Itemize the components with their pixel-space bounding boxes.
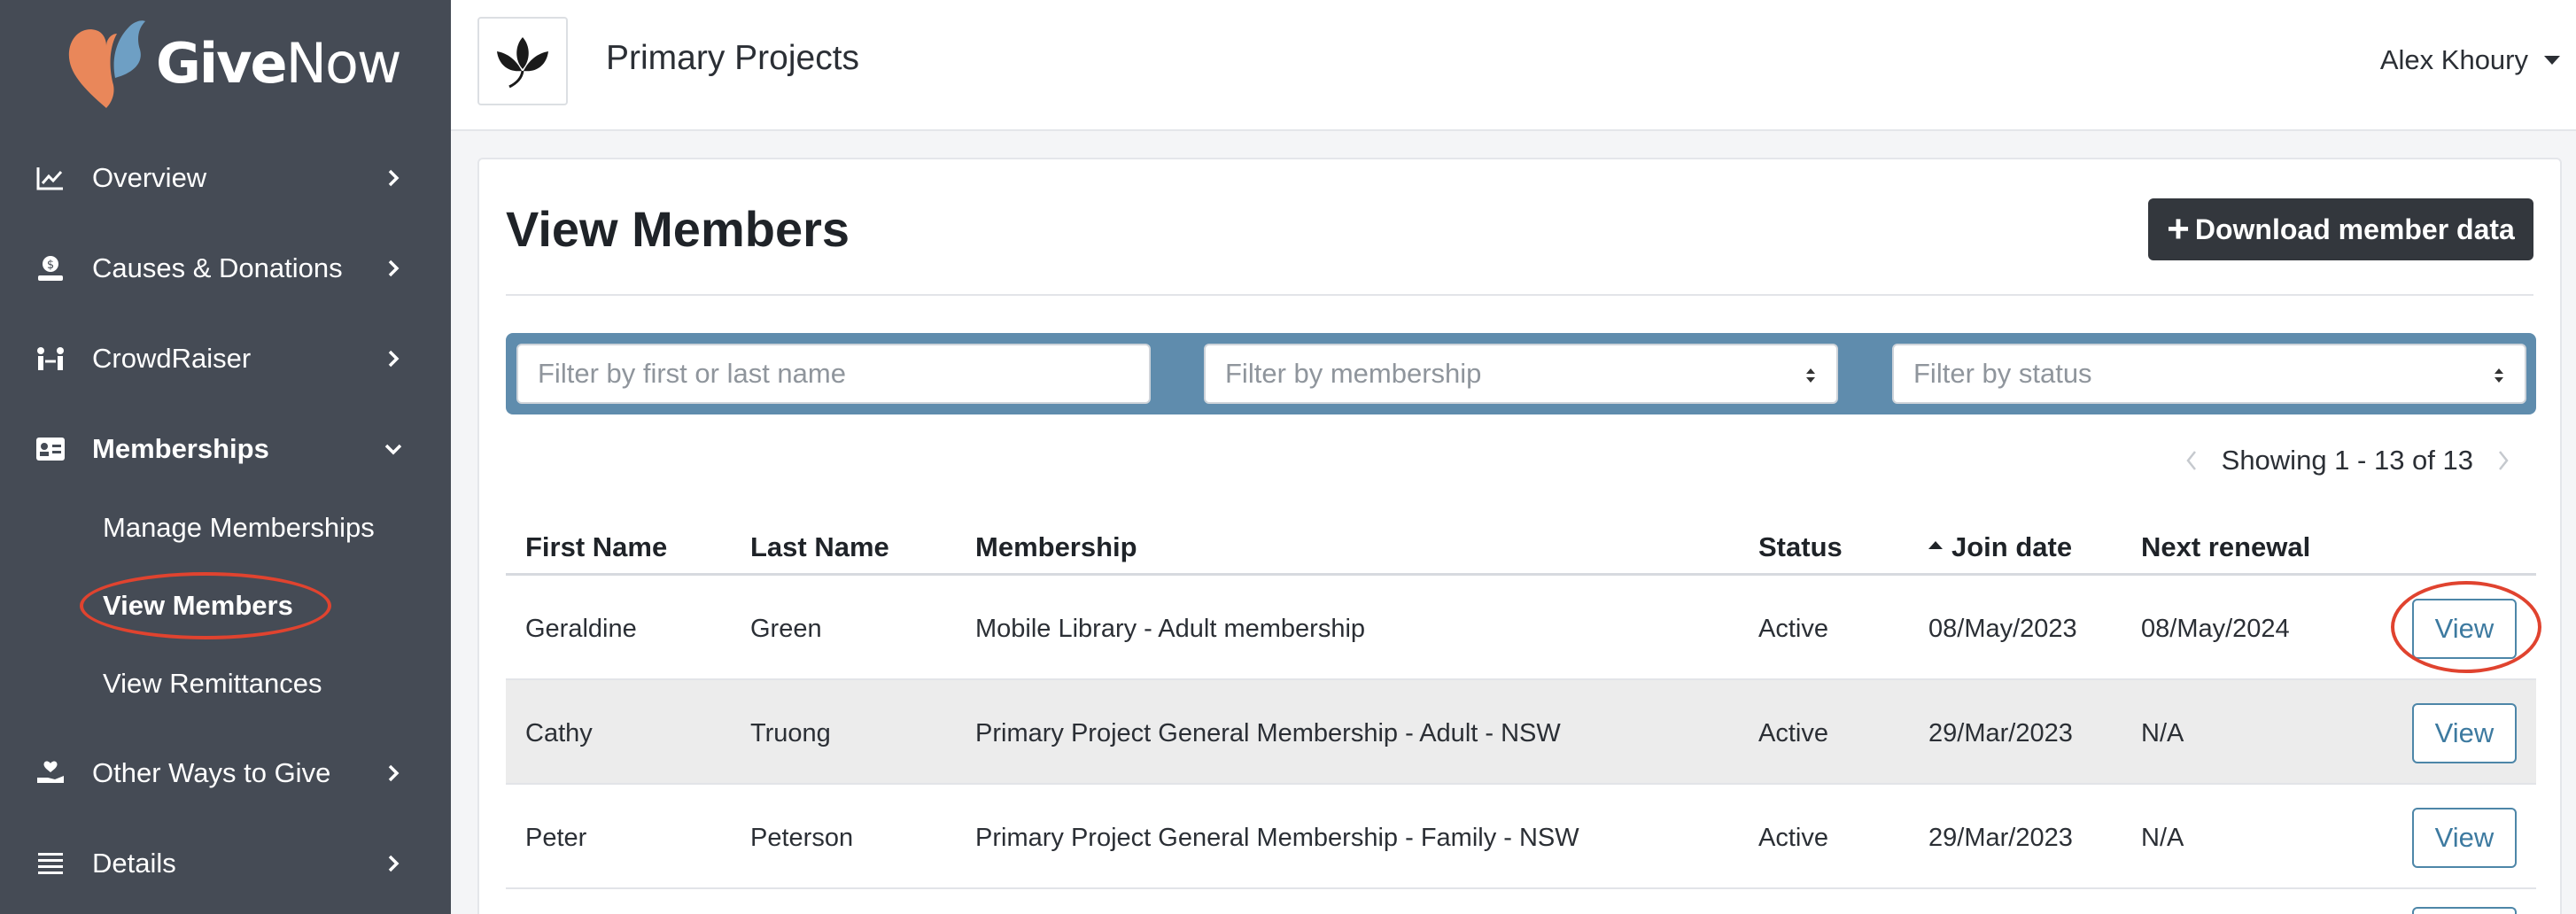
id-card-icon [35, 434, 66, 464]
highlight-annotation-circle [2391, 581, 2541, 673]
chevron-right-icon[interactable] [2496, 449, 2510, 472]
cell-next-renewal: N/A [2141, 824, 2184, 852]
cell-status: Active [1758, 615, 1828, 643]
name-filter-input[interactable]: Filter by first or last name [516, 344, 1151, 404]
sidebar-item-label: CrowdRaiser [92, 343, 252, 374]
sidebar-subitem-manage-memberships[interactable]: Manage Memberships [103, 512, 375, 544]
cell-join-date: 29/Mar/2023 [1928, 719, 2073, 747]
view-member-button[interactable] [2412, 907, 2517, 914]
divider [506, 294, 2533, 296]
givenow-wordmark: GiveNow [156, 30, 402, 96]
sidebar-item-overview[interactable]: Overview [0, 147, 451, 209]
membership-filter-select[interactable]: Filter by membership [1204, 344, 1838, 404]
select-arrows-icon [2495, 368, 2503, 383]
lotus-plant-logo-icon [497, 37, 548, 89]
cell-join-date: 08/May/2023 [1928, 615, 2077, 643]
chevron-right-icon [388, 855, 400, 872]
view-member-button[interactable]: View [2412, 703, 2517, 763]
chevron-right-icon [388, 350, 400, 368]
sidebar-item-label: Other Ways to Give [92, 757, 331, 788]
main-card: View Members + Download member data Filt… [477, 158, 2562, 914]
org-name: Primary Projects [606, 39, 860, 77]
chevron-down-icon [384, 444, 402, 455]
status-filter-select[interactable]: Filter by status [1892, 344, 2526, 404]
select-arrows-icon [1806, 368, 1815, 383]
cell-last-name: Green [750, 615, 822, 643]
pagination: Showing 1 - 13 of 13 [2161, 445, 2533, 476]
sidebar-item-label: Details [92, 848, 176, 879]
sidebar-item-other-ways-to-give[interactable]: Other Ways to Give [0, 742, 451, 804]
sidebar: GiveNow Overview $ Causes & Donations Cr… [0, 0, 451, 914]
cell-next-renewal: N/A [2141, 719, 2184, 747]
header-last-name[interactable]: Last Name [750, 531, 889, 563]
caret-down-icon [2544, 56, 2560, 65]
cell-membership: Primary Project General Membership - Fam… [975, 824, 1579, 852]
sidebar-item-label: Memberships [92, 433, 269, 464]
chevron-left-icon[interactable] [2184, 449, 2199, 472]
list-icon [35, 848, 66, 879]
header-first-name[interactable]: First Name [525, 531, 667, 563]
pagination-text: Showing 1 - 13 of 13 [2221, 445, 2473, 476]
members-table: First Name Last Name Membership Status J… [506, 505, 2541, 914]
table-row: Cathy Truong Primary Project General Mem… [506, 680, 2536, 785]
sidebar-item-details[interactable]: Details [0, 833, 451, 895]
header-join-date[interactable]: Join date [1928, 531, 2072, 563]
header-status[interactable]: Status [1758, 531, 1843, 563]
chart-line-icon [35, 163, 66, 193]
cell-next-renewal: 08/May/2024 [2141, 615, 2290, 643]
cell-membership: Mobile Library - Adult membership [975, 615, 1366, 643]
table-header-row: First Name Last Name Membership Status J… [506, 505, 2536, 576]
svg-text:$: $ [47, 259, 54, 272]
status-filter-placeholder: Filter by status [1913, 358, 2092, 389]
cell-status: Active [1758, 824, 1828, 852]
cell-first-name: Geraldine [525, 615, 637, 643]
chevron-right-icon [388, 764, 400, 782]
sort-ascending-icon [1928, 541, 1943, 550]
user-menu-dropdown[interactable]: Alex Khoury [2380, 44, 2560, 76]
user-name: Alex Khoury [2379, 44, 2528, 75]
top-header: Primary Projects Alex Khoury [451, 0, 2576, 131]
table-row: Geraldine Green Mobile Library - Adult m… [506, 576, 2541, 680]
download-button-label: Download member data [2194, 213, 2515, 245]
cell-membership: Primary Project General Membership - Adu… [975, 719, 1561, 747]
givenow-heart-logo-icon [68, 20, 145, 108]
header-membership[interactable]: Membership [975, 531, 1137, 563]
cell-last-name: Peterson [750, 824, 854, 852]
page-title: View Members [506, 201, 850, 257]
view-member-button[interactable]: View [2412, 808, 2517, 868]
sidebar-subitem-view-remittances[interactable]: View Remittances [103, 668, 322, 700]
givenow-logo[interactable]: GiveNow [64, 16, 402, 110]
header-next-renewal[interactable]: Next renewal [2141, 531, 2310, 563]
donation-hand-icon: $ [35, 253, 66, 283]
sidebar-item-label: Causes & Donations [92, 252, 343, 283]
cell-status: Active [1758, 719, 1828, 747]
sidebar-item-memberships[interactable]: Memberships [0, 418, 451, 480]
plus-icon: + [2167, 207, 2190, 251]
org-logo[interactable] [477, 17, 568, 105]
download-member-data-button[interactable]: + Download member data [2148, 198, 2533, 260]
sidebar-item-label: Overview [92, 162, 207, 193]
membership-filter-placeholder: Filter by membership [1225, 358, 1482, 389]
hand-heart-icon [35, 758, 66, 788]
table-row: Peter Peterson Primary Project General M… [506, 785, 2536, 889]
table-row [506, 889, 2536, 914]
cell-last-name: Truong [750, 719, 831, 747]
chevron-right-icon [388, 259, 400, 277]
sidebar-item-crowdraiser[interactable]: CrowdRaiser [0, 328, 451, 390]
filter-bar: Filter by first or last name Filter by m… [506, 333, 2536, 414]
sidebar-item-causes-donations[interactable]: $ Causes & Donations [0, 237, 451, 299]
cell-first-name: Peter [525, 824, 587, 852]
cell-join-date: 29/Mar/2023 [1928, 824, 2073, 852]
chevron-right-icon [388, 169, 400, 187]
cell-first-name: Cathy [525, 719, 593, 747]
highlight-annotation-circle [80, 572, 331, 639]
people-arrows-icon [35, 344, 66, 374]
